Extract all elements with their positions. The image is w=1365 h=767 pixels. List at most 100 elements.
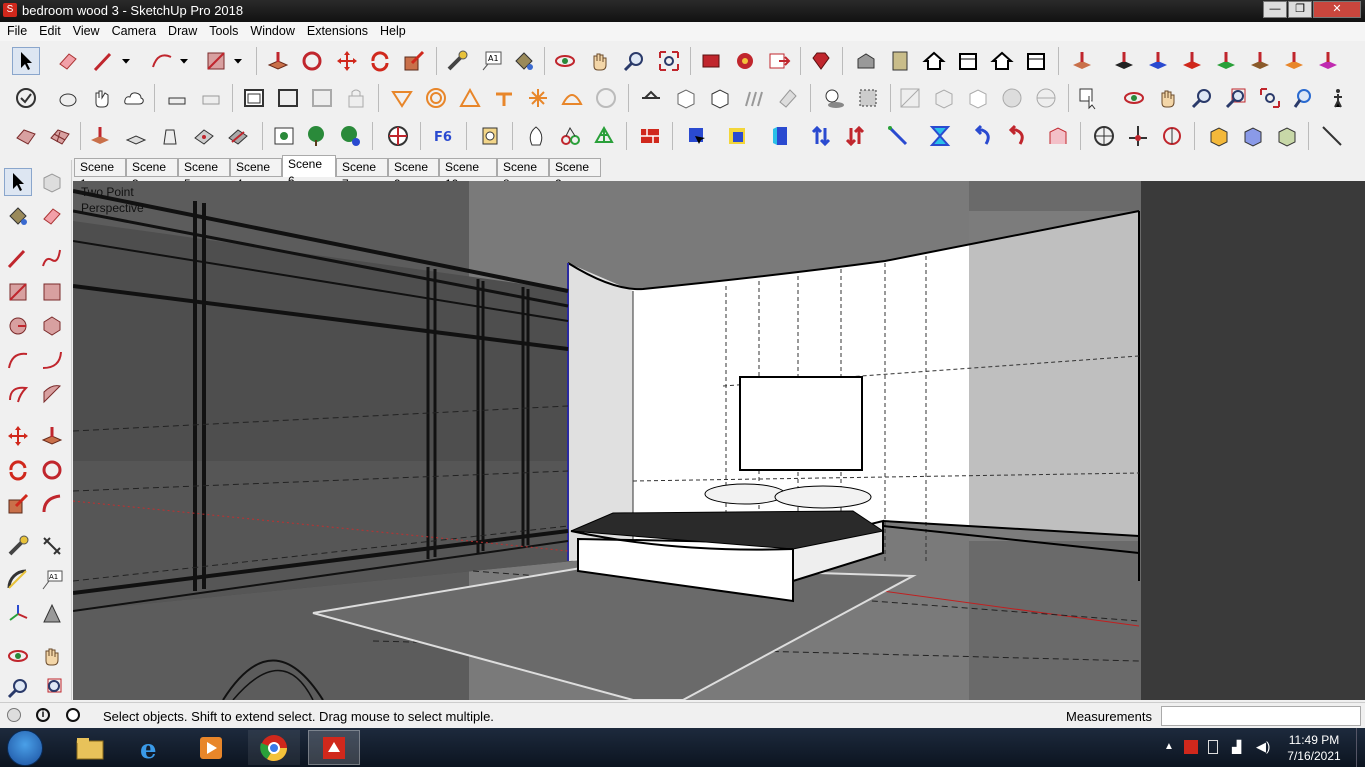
tab-scene-1[interactable]: Scene 1 (74, 158, 126, 191)
connect-icon[interactable] (556, 122, 584, 150)
tape-measure-icon[interactable] (443, 47, 471, 75)
merge-icon[interactable] (1044, 122, 1072, 150)
tree-2-icon[interactable] (336, 122, 364, 150)
view-style-4-icon[interactable] (998, 84, 1026, 112)
follow-me-tool-icon[interactable] (38, 456, 66, 484)
orbit-2-icon[interactable] (1120, 84, 1148, 112)
battery-icon[interactable] (1208, 740, 1218, 754)
sandbox-1-icon[interactable] (388, 84, 416, 112)
cube-blue-icon[interactable] (683, 122, 711, 150)
xray-icon[interactable] (12, 84, 40, 112)
zoom-extents-2-icon[interactable] (1256, 84, 1284, 112)
tab-scene-3[interactable]: Scene 3 (126, 158, 178, 191)
three-point-arc-icon[interactable] (4, 380, 32, 408)
axis-brown-icon[interactable] (1246, 47, 1274, 75)
undo-red-icon[interactable] (1002, 122, 1030, 150)
3d-text-icon[interactable] (38, 600, 66, 628)
zoom-2-icon[interactable] (1188, 84, 1216, 112)
circle-tool-icon[interactable] (4, 312, 32, 340)
drape-icon[interactable] (156, 122, 184, 150)
shell-icon[interactable] (522, 122, 550, 150)
select-arrow-icon[interactable] (4, 168, 32, 196)
back-view-icon[interactable] (988, 47, 1016, 75)
sandbox-from-scratch-icon[interactable] (46, 122, 74, 150)
sketchup-app-icon[interactable]: S (3, 3, 17, 17)
zoom-tool-icon[interactable] (4, 676, 32, 700)
box-mixed-icon[interactable] (1239, 122, 1267, 150)
rectangle-icon[interactable] (202, 47, 230, 75)
follow-me-icon[interactable] (298, 47, 326, 75)
tab-scene-2[interactable]: Scene 2 (549, 158, 601, 191)
orbit-tool-icon[interactable] (4, 642, 32, 670)
move-tool-icon[interactable] (4, 422, 32, 450)
menu-extensions[interactable]: Extensions (300, 22, 373, 38)
solid-tools-3-icon[interactable] (706, 84, 734, 112)
sandbox-from-contours-icon[interactable] (12, 122, 40, 150)
model-viewport[interactable]: Two Point Perspective (73, 181, 1365, 700)
component-select-icon[interactable] (1075, 84, 1103, 112)
undo-blue-icon[interactable] (968, 122, 996, 150)
menu-camera[interactable]: Camera (105, 22, 161, 38)
select-tool-icon[interactable] (12, 47, 40, 75)
scale-icon[interactable] (400, 47, 428, 75)
sandbox-7-icon[interactable] (592, 84, 620, 112)
pan-tool-icon[interactable] (38, 642, 66, 670)
tab-scene-8[interactable]: Scene 8 (497, 158, 549, 191)
show-desktop-button[interactable] (1356, 728, 1365, 767)
solid-tools-5-icon[interactable] (774, 84, 802, 112)
walk-icon[interactable] (1324, 84, 1352, 112)
taskbar-clock[interactable]: 11:49 PM 7/16/2021 (1284, 732, 1344, 764)
action-center-icon[interactable] (1184, 740, 1198, 754)
hourglass-icon[interactable] (926, 122, 954, 150)
dimension-tool-icon[interactable] (38, 532, 66, 560)
axis-red-up-icon[interactable] (1068, 47, 1096, 75)
right-view-icon[interactable] (954, 47, 982, 75)
volume-icon[interactable]: ◀) (1256, 739, 1270, 755)
section-2-icon[interactable] (274, 84, 302, 112)
crosshair-icon[interactable] (1090, 122, 1118, 150)
view-style-1-icon[interactable] (896, 84, 924, 112)
zoom-extents-icon[interactable] (655, 47, 683, 75)
axis-black-icon[interactable] (1110, 47, 1138, 75)
arrows-red-icon[interactable] (841, 122, 869, 150)
axes-tool-icon[interactable] (4, 600, 32, 628)
stamp-icon[interactable] (122, 122, 150, 150)
section-3-icon[interactable] (308, 84, 336, 112)
top-view-icon[interactable] (886, 47, 914, 75)
eraser-icon[interactable] (54, 47, 82, 75)
axis-green-icon[interactable] (1212, 47, 1240, 75)
share-model-icon[interactable] (765, 47, 793, 75)
geo-location-icon[interactable] (7, 708, 21, 722)
fog-icon[interactable] (854, 84, 882, 112)
offset-tool-icon[interactable] (38, 490, 66, 518)
fredo6-icon[interactable]: F6 (430, 122, 458, 150)
section-1-icon[interactable] (240, 84, 268, 112)
push-pull-tool-icon[interactable] (38, 422, 66, 450)
shadows-icon[interactable] (820, 84, 848, 112)
axis-red-icon[interactable] (1178, 47, 1206, 75)
box-yellow-icon[interactable] (1205, 122, 1233, 150)
show-hidden-icons[interactable]: ▲ (1164, 741, 1174, 752)
tab-scene-4[interactable]: Scene 4 (230, 158, 282, 191)
axis-orange-icon[interactable] (1280, 47, 1308, 75)
pie-icon[interactable] (38, 380, 66, 408)
eraser-tool-icon[interactable] (38, 202, 66, 230)
maximize-button[interactable]: ❐ (1288, 1, 1312, 18)
flip-edge-icon[interactable] (224, 122, 252, 150)
style-2-icon[interactable] (197, 84, 225, 112)
tree-1-icon[interactable] (302, 122, 330, 150)
rectangle-tool-icon[interactable] (4, 278, 32, 306)
sandbox-3-icon[interactable] (456, 84, 484, 112)
menu-draw[interactable]: Draw (161, 22, 202, 38)
tab-scene-10[interactable]: Scene 10 (439, 158, 497, 191)
brick-icon[interactable] (636, 122, 664, 150)
globe-icon[interactable] (384, 122, 412, 150)
arc-icon[interactable] (148, 47, 176, 75)
sandbox-5-icon[interactable] (524, 84, 552, 112)
protractor-icon[interactable] (1158, 122, 1186, 150)
smoove-icon[interactable] (86, 122, 114, 150)
teapot-icon[interactable] (54, 84, 82, 112)
cube-yellow-icon[interactable] (723, 122, 751, 150)
text-tool-left-icon[interactable]: A1 (38, 566, 66, 594)
scale-tool-icon[interactable] (4, 490, 32, 518)
